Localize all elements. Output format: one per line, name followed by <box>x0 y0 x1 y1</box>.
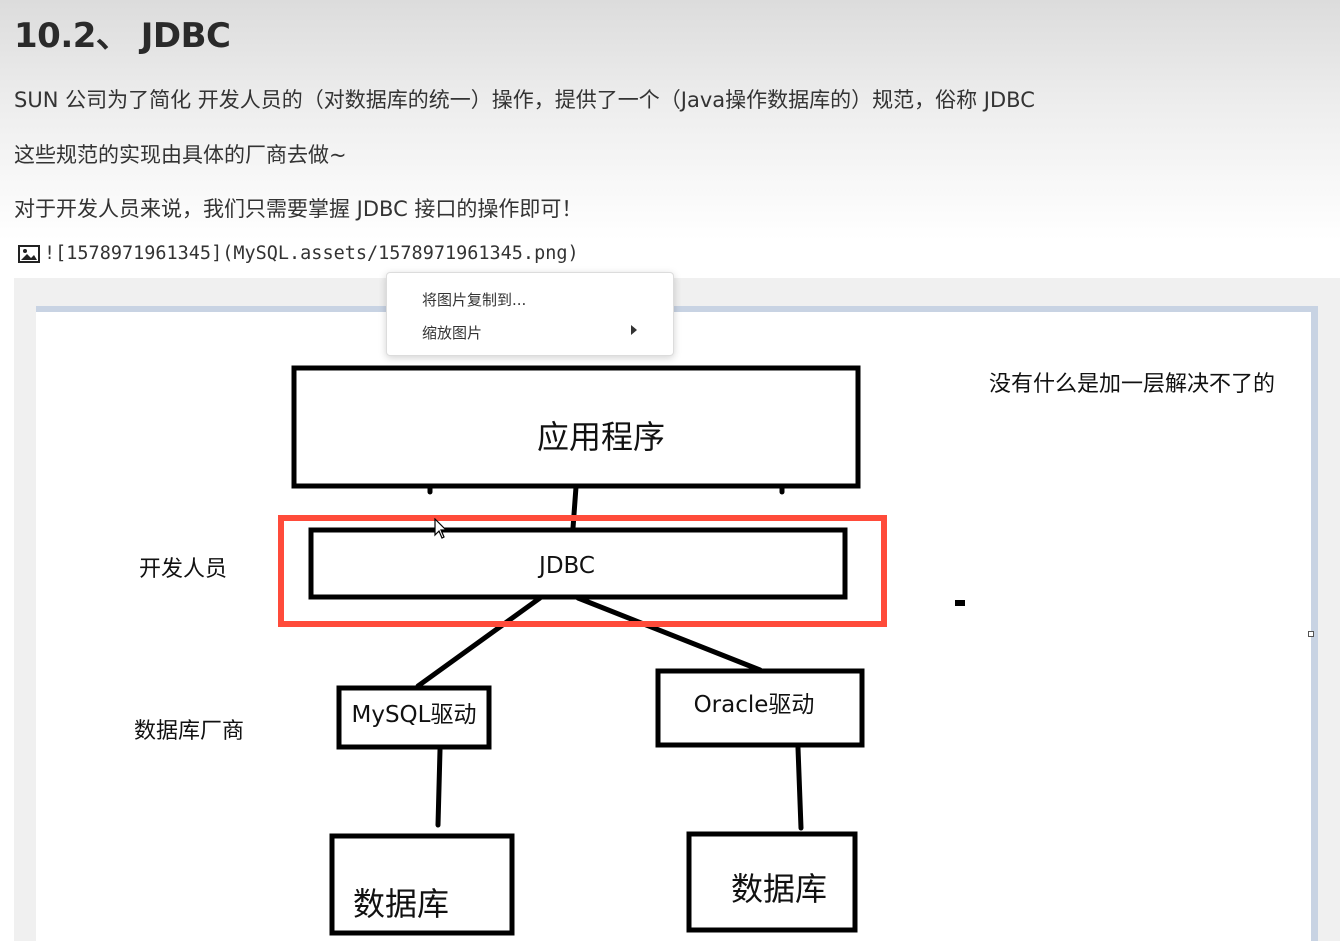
context-menu: 将图片复制到... 缩放图片 <box>386 272 674 356</box>
connector-app-jdbc <box>570 484 579 531</box>
stray-mark <box>955 600 965 606</box>
jdbc-box-label: JDBC <box>537 553 595 579</box>
connector-jdbc-mysql <box>415 595 543 689</box>
menu-item-zoom-image[interactable]: 缩放图片 <box>422 322 482 343</box>
oracle-driver-label: Oracle驱动 <box>694 692 815 718</box>
developer-label: 开发人员 <box>139 557 227 582</box>
menu-item-copy-image-to[interactable]: 将图片复制到... <box>422 289 526 310</box>
chevron-right-icon <box>631 325 637 335</box>
jdbc-diagram: 应用程序 JDBC 开发人员 数据库厂商 MySQL驱动 Oracle驱动 数据… <box>134 365 1275 936</box>
connector-mysql-db <box>435 747 443 828</box>
mysql-driver-label: MySQL驱动 <box>352 702 477 728</box>
vendor-label: 数据库厂商 <box>134 719 244 744</box>
db-right-label: 数据库 <box>731 870 827 908</box>
layer-note: 没有什么是加一层解决不了的 <box>989 372 1275 397</box>
mouse-pointer-icon <box>434 518 448 539</box>
db-left-label: 数据库 <box>353 885 449 923</box>
app-box-label: 应用程序 <box>537 418 665 456</box>
connector-jdbc-oracle <box>575 595 763 673</box>
connector-oracle-db <box>795 745 804 831</box>
